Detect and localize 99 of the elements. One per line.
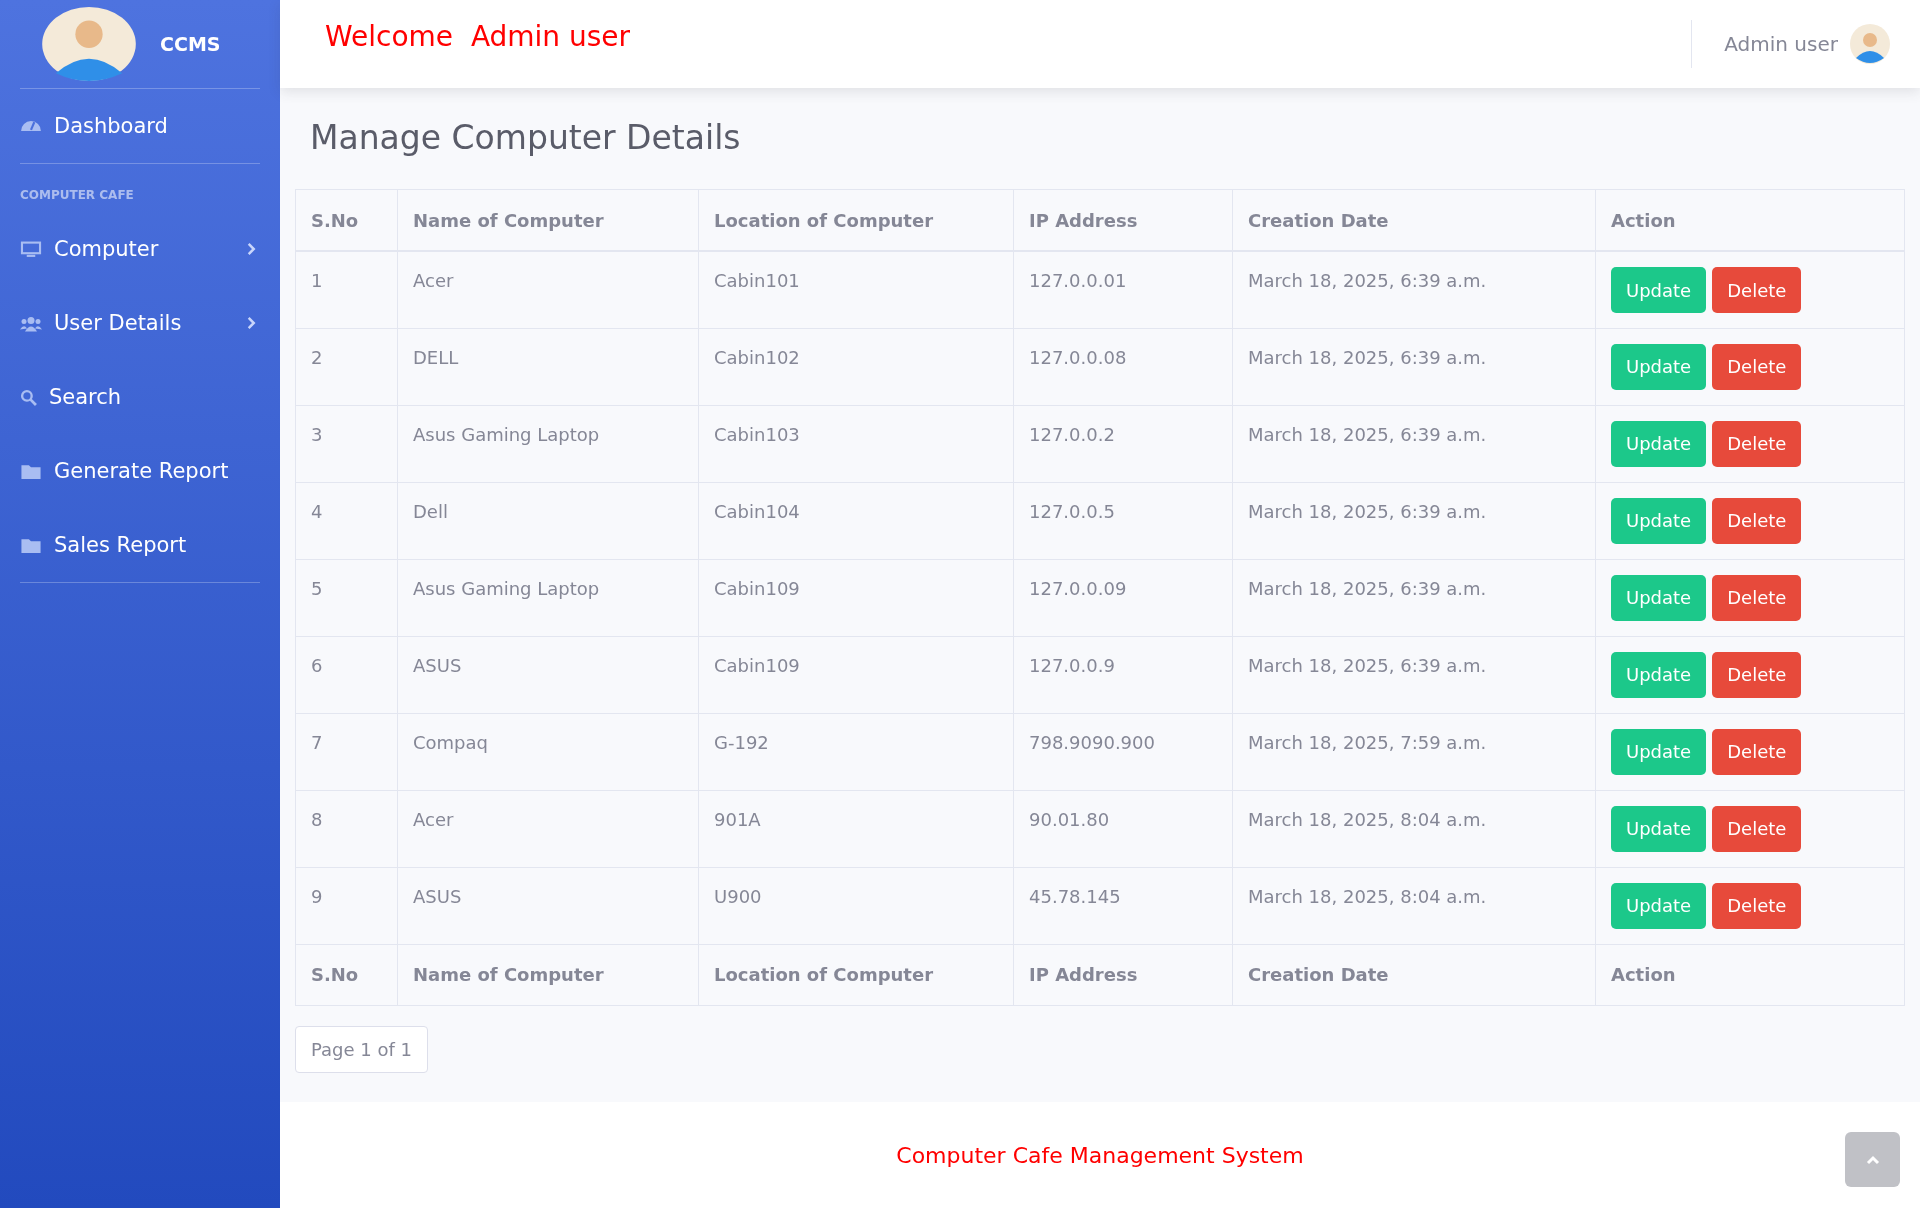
table-cell: 8	[295, 790, 398, 867]
table-cell: Cabin101	[698, 251, 1014, 328]
table-cell: 127.0.0.9	[1013, 636, 1233, 713]
footer-text: Computer Cafe Management System	[896, 1142, 1304, 1168]
sidebar-item[interactable]: Dashboard	[20, 89, 260, 163]
table-cell: March 18, 2025, 8:04 a.m.	[1232, 790, 1596, 867]
table-cell: 4	[295, 482, 398, 559]
column-header: Action	[1595, 189, 1905, 251]
table-cell: Cabin109	[698, 636, 1014, 713]
sidebar-heading: COMPUTER CAFE	[20, 187, 135, 204]
sidebar-item[interactable]: User Details	[20, 286, 260, 360]
table-cell: Cabin102	[698, 328, 1014, 405]
table-cell: March 18, 2025, 6:39 a.m.	[1232, 405, 1596, 482]
welcome-text: Welcome Admin user	[325, 19, 631, 53]
delete-button[interactable]: Delete	[1712, 497, 1802, 544]
update-button[interactable]: Update	[1611, 497, 1707, 544]
caret-up-icon	[1865, 1154, 1880, 1165]
delete-button[interactable]: Delete	[1712, 343, 1802, 390]
folder-icon	[20, 536, 42, 554]
pagination-label: Page 1 of 1	[295, 1025, 428, 1073]
table-cell: Dell	[397, 482, 699, 559]
delete-button[interactable]: Delete	[1712, 574, 1802, 621]
table-cell: 9	[295, 867, 398, 944]
column-footer: Name of Computer	[397, 944, 699, 1005]
user-name[interactable]: Admin user	[1724, 32, 1838, 56]
table-cell: March 18, 2025, 8:04 a.m.	[1232, 867, 1596, 944]
delete-button[interactable]: Delete	[1712, 267, 1802, 313]
column-footer: Action	[1595, 944, 1905, 1005]
update-button[interactable]: Update	[1611, 728, 1707, 775]
table-cell: 2	[295, 328, 398, 405]
delete-button[interactable]: Delete	[1712, 882, 1802, 929]
table-cell: 127.0.0.09	[1013, 559, 1233, 636]
delete-button[interactable]: Delete	[1712, 651, 1802, 698]
folder-icon	[20, 462, 42, 480]
sidebar-item[interactable]: Generate Report	[20, 434, 260, 508]
table-cell: March 18, 2025, 6:39 a.m.	[1232, 636, 1596, 713]
avatar-icon	[40, 5, 138, 83]
table-cell: 6	[295, 636, 398, 713]
update-button[interactable]: Update	[1611, 651, 1707, 698]
column-header: Name of Computer	[397, 189, 699, 251]
table-cell: 127.0.0.5	[1013, 482, 1233, 559]
chevron-right-icon	[247, 316, 256, 330]
table-cell: Compaq	[397, 713, 699, 790]
column-header: Location of Computer	[698, 189, 1014, 251]
monitor-icon	[20, 240, 42, 258]
table-cell: Acer	[397, 790, 699, 867]
table-cell: 3	[295, 405, 398, 482]
table-cell: Asus Gaming Laptop	[397, 405, 699, 482]
users-icon	[20, 314, 42, 332]
sidebar-item[interactable]: Sales Report	[20, 508, 260, 582]
chevron-right-icon	[247, 242, 256, 256]
table-cell: March 18, 2025, 6:39 a.m.	[1232, 559, 1596, 636]
avatar-icon[interactable]	[1850, 24, 1890, 64]
table-cell: 127.0.0.08	[1013, 328, 1233, 405]
search-icon	[20, 388, 37, 406]
update-button[interactable]: Update	[1611, 267, 1707, 313]
table-cell: 45.78.145	[1013, 867, 1233, 944]
column-footer: Location of Computer	[698, 944, 1014, 1005]
table-cell: March 18, 2025, 6:39 a.m.	[1232, 328, 1596, 405]
update-button[interactable]: Update	[1611, 420, 1707, 467]
table-cell: G-192	[698, 713, 1014, 790]
delete-button[interactable]: Delete	[1712, 728, 1802, 775]
sidebar-item[interactable]: Search	[20, 360, 260, 434]
column-header: IP Address	[1013, 189, 1233, 251]
sidebar-item[interactable]: Computer	[20, 212, 260, 286]
page-title: Manage Computer Details	[310, 118, 742, 157]
update-button[interactable]: Update	[1611, 574, 1707, 621]
table-cell: Cabin104	[698, 482, 1014, 559]
update-button[interactable]: Update	[1611, 882, 1707, 929]
gauge-icon	[20, 121, 42, 131]
table-cell: Asus Gaming Laptop	[397, 559, 699, 636]
column-footer: IP Address	[1013, 944, 1233, 1005]
table-cell: 7	[295, 713, 398, 790]
column-header: Creation Date	[1232, 189, 1596, 251]
table-cell: March 18, 2025, 7:59 a.m.	[1232, 713, 1596, 790]
table-cell: 90.01.80	[1013, 790, 1233, 867]
table-cell: 5	[295, 559, 398, 636]
table-cell: Acer	[397, 251, 699, 328]
column-header: S.No	[295, 189, 398, 251]
table-cell: ASUS	[397, 867, 699, 944]
column-footer: S.No	[295, 944, 398, 1005]
table-cell: Cabin109	[698, 559, 1014, 636]
delete-button[interactable]: Delete	[1712, 420, 1802, 467]
table-cell: DELL	[397, 328, 699, 405]
table-cell: U900	[698, 867, 1014, 944]
table-cell: March 18, 2025, 6:39 a.m.	[1232, 251, 1596, 328]
table-cell: March 18, 2025, 6:39 a.m.	[1232, 482, 1596, 559]
table-cell: 127.0.0.2	[1013, 405, 1233, 482]
table-cell: 798.9090.900	[1013, 713, 1233, 790]
column-footer: Creation Date	[1232, 944, 1596, 1005]
update-button[interactable]: Update	[1611, 805, 1707, 852]
table-cell: ASUS	[397, 636, 699, 713]
table-cell: 901A	[698, 790, 1014, 867]
update-button[interactable]: Update	[1611, 343, 1707, 390]
delete-button[interactable]: Delete	[1712, 805, 1802, 852]
table-cell: 127.0.0.01	[1013, 251, 1233, 328]
table-cell: 1	[295, 251, 398, 328]
brand-name: CCMS	[160, 33, 221, 55]
table-cell: Cabin103	[698, 405, 1014, 482]
